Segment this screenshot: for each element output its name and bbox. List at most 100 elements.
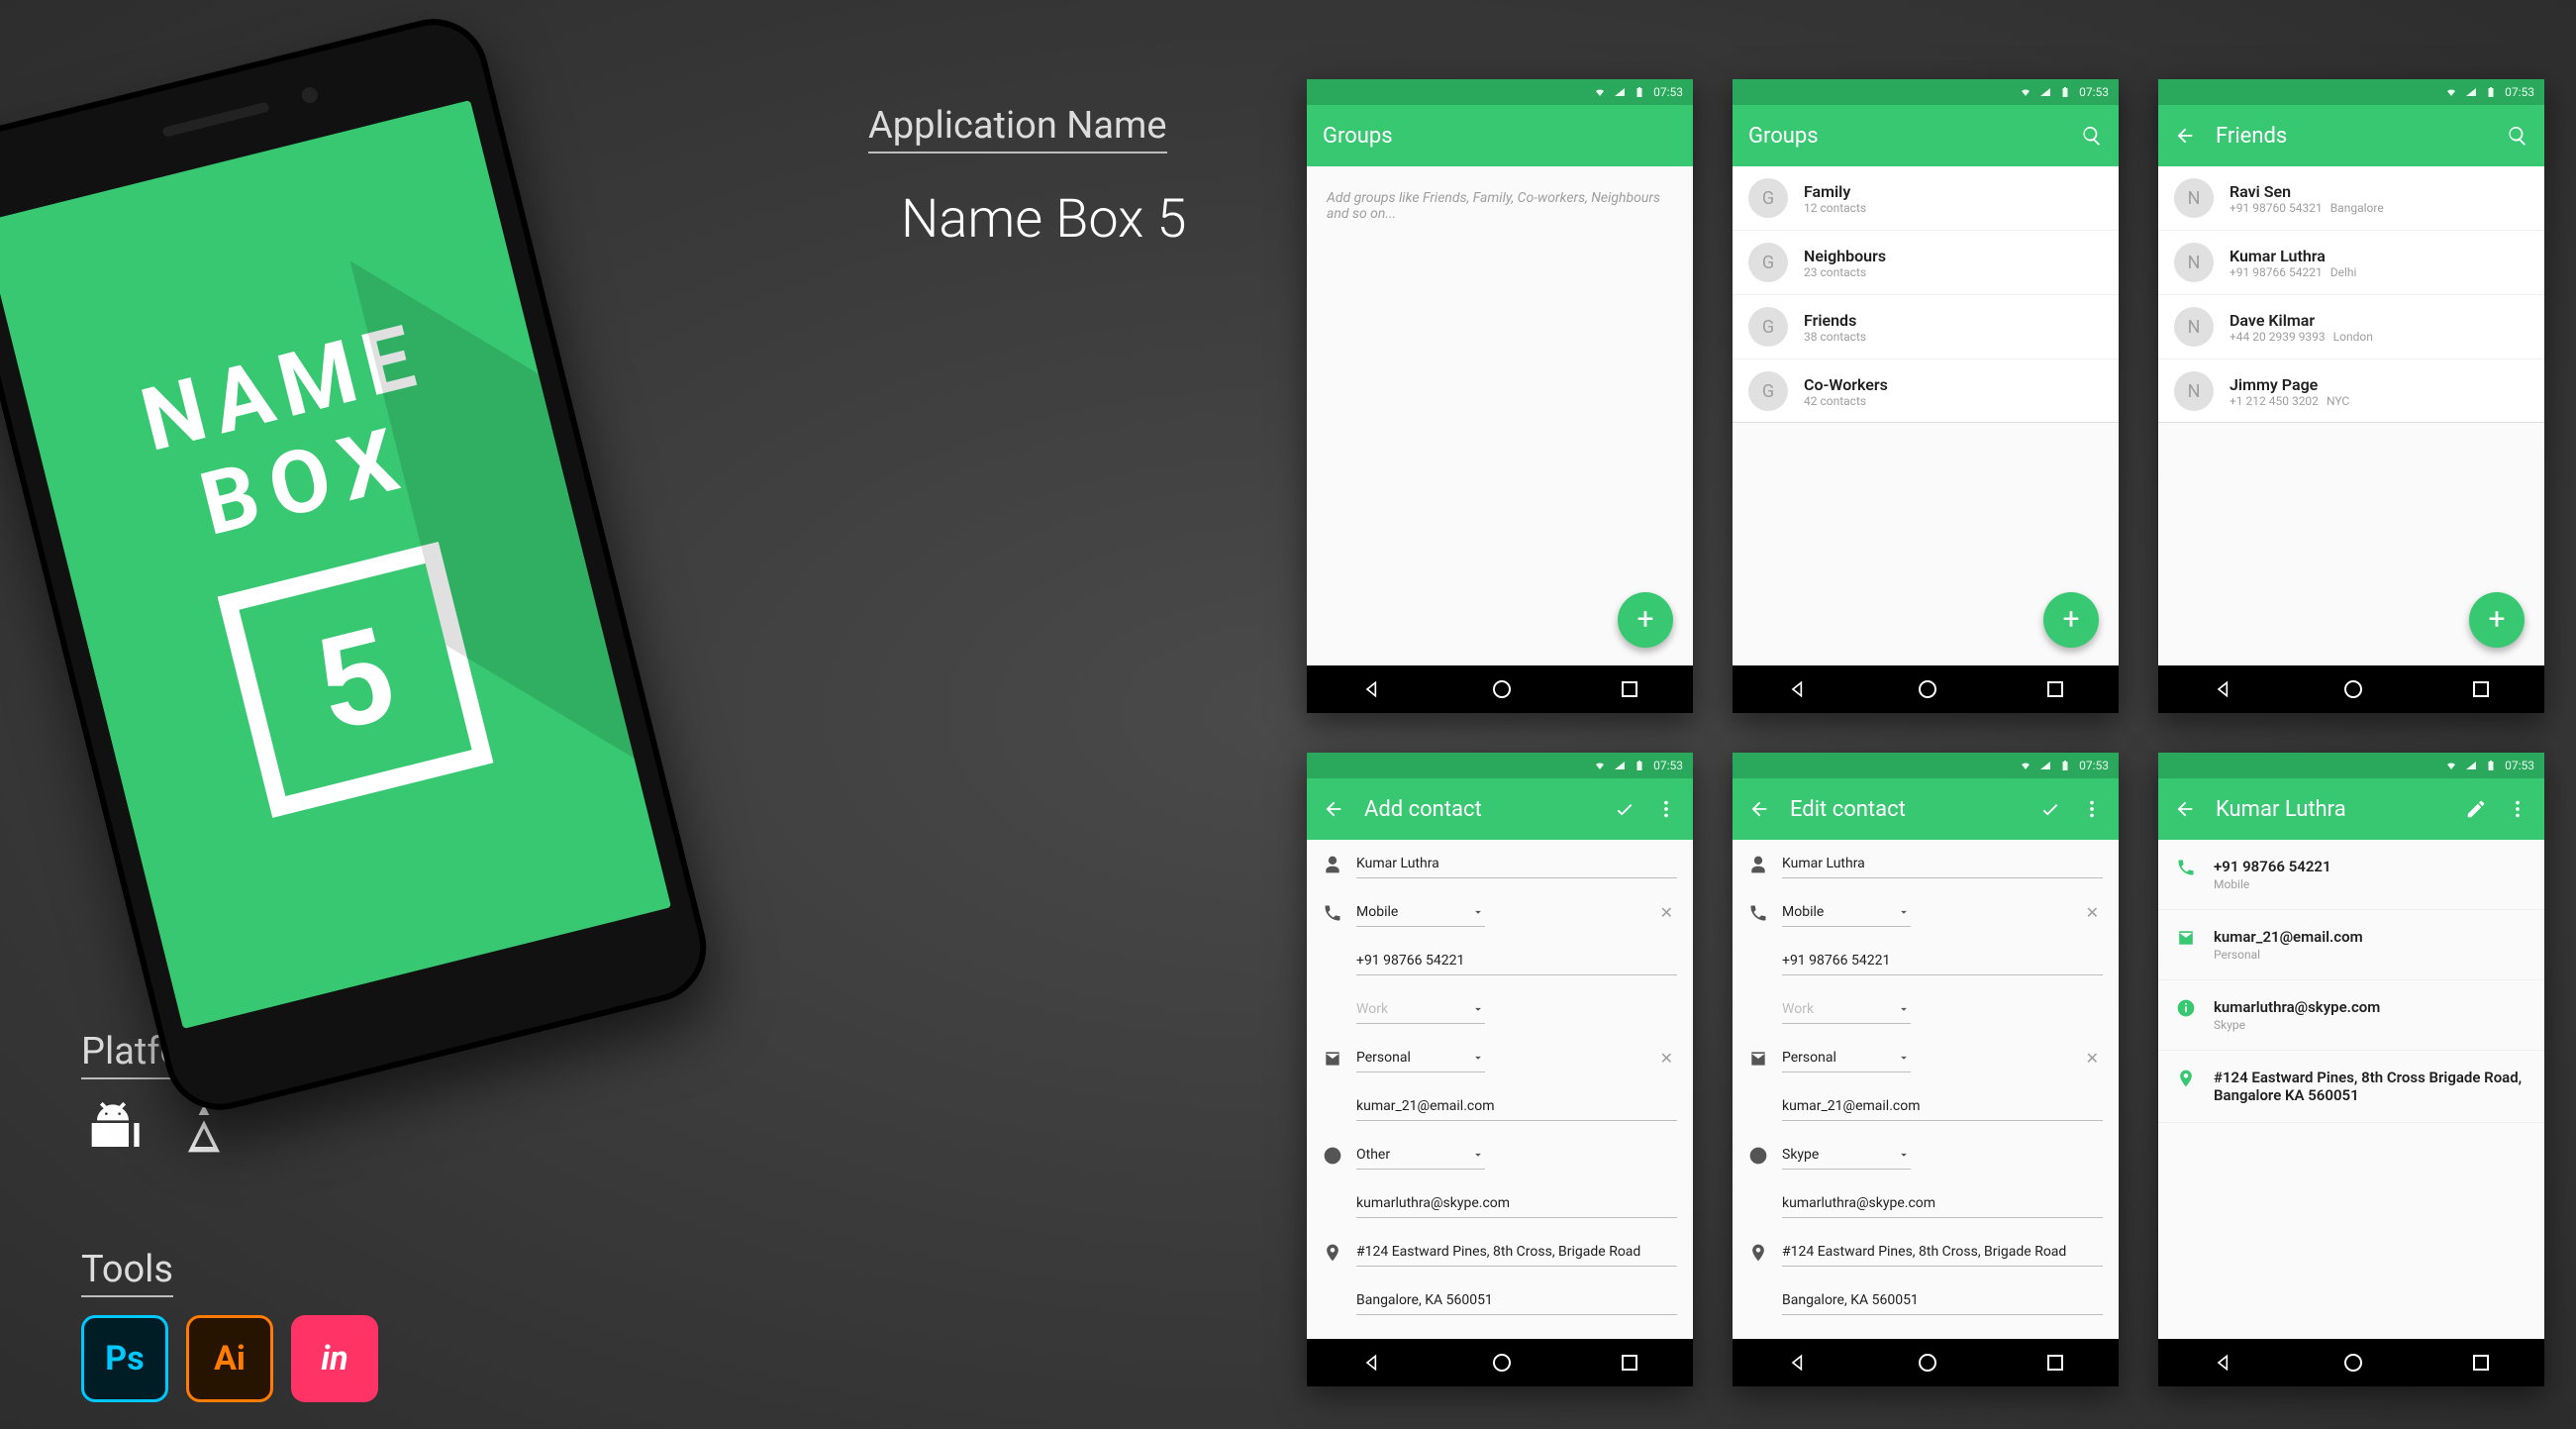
phone-type-select[interactable]: Mobile — [1356, 898, 1485, 927]
phone-input[interactable]: +91 98766 54221 — [1356, 947, 1677, 975]
more-icon[interactable] — [2507, 798, 2528, 820]
remove-email-icon[interactable]: ✕ — [2082, 1049, 2103, 1068]
phone-input[interactable]: +91 98766 54221 — [1782, 947, 2103, 975]
nav-home-icon[interactable] — [1919, 1354, 1936, 1372]
wifi-icon — [1594, 760, 1606, 771]
group-list-item[interactable]: G Friends 38 contacts — [1733, 294, 2119, 358]
group-avatar: G — [1748, 371, 1788, 411]
email-icon — [2176, 928, 2196, 948]
screen-add-contact: 07:53 Add contact Kumar Luthra Mobile ✕ … — [1307, 753, 1693, 1386]
nav-back-icon[interactable] — [2214, 1353, 2233, 1373]
nav-recent-icon[interactable] — [2473, 681, 2489, 697]
nav-back-icon[interactable] — [1788, 1353, 1808, 1373]
nav-back-icon[interactable] — [1362, 1353, 1382, 1373]
group-list-item[interactable]: G Co-Workers 42 contacts — [1733, 358, 2119, 423]
remove-phone-icon[interactable]: ✕ — [1656, 903, 1677, 922]
detail-email-label: Personal — [2214, 948, 2363, 962]
nav-recent-icon[interactable] — [1622, 681, 1637, 697]
nav-recent-icon[interactable] — [2047, 1355, 2063, 1371]
group-list-item[interactable]: G Family 12 contacts — [1733, 166, 2119, 230]
fab-add[interactable]: + — [2469, 592, 2525, 648]
device-mock-nexus: NAME BOX 5 — [0, 7, 718, 1121]
email-type-select[interactable]: Personal — [1782, 1044, 1911, 1072]
group-avatar: G — [1748, 243, 1788, 282]
email-input[interactable]: kumar_21@email.com — [1356, 1092, 1677, 1121]
email-input[interactable]: kumar_21@email.com — [1782, 1092, 2103, 1121]
appbar-title: Kumar Luthra — [2216, 797, 2346, 822]
chevron-down-icon — [1471, 905, 1485, 919]
screen-groups-list: 07:53 Groups G Family 12 contacts G Neig… — [1733, 79, 2119, 713]
splash-screen: NAME BOX 5 — [0, 100, 671, 1029]
chevron-down-icon — [1471, 1148, 1485, 1162]
detail-phone-row[interactable]: +91 98766 54221 Mobile — [2158, 840, 2544, 910]
contact-list-item[interactable]: N Ravi Sen +91 98760 54321Bangalore — [2158, 166, 2544, 230]
contact-name: Jimmy Page — [2229, 375, 2349, 394]
nav-recent-icon[interactable] — [2047, 681, 2063, 697]
battery-icon — [2059, 86, 2071, 98]
name-input[interactable]: Kumar Luthra — [1782, 850, 2103, 878]
hero-app-name: Name Box 5 — [901, 188, 1187, 251]
email-type-select[interactable]: Personal — [1356, 1044, 1485, 1072]
nav-home-icon[interactable] — [1919, 680, 1936, 698]
detail-address-row[interactable]: #124 Eastward Pines, 8th Cross Brigade R… — [2158, 1051, 2544, 1123]
nav-home-icon[interactable] — [1493, 680, 1511, 698]
im-input[interactable]: kumarluthra@skype.com — [1356, 1189, 1677, 1218]
back-arrow-icon[interactable] — [2174, 125, 2196, 147]
chevron-down-icon — [1471, 1051, 1485, 1065]
address2-input[interactable]: Bangalore, KA 560051 — [1782, 1286, 2103, 1315]
detail-im-row[interactable]: kumarluthra@skype.com Skype — [2158, 980, 2544, 1051]
group-list-item[interactable]: G Neighbours 23 contacts — [1733, 230, 2119, 294]
back-arrow-icon[interactable] — [1748, 798, 1770, 820]
back-arrow-icon[interactable] — [2174, 798, 2196, 820]
done-icon[interactable] — [2039, 798, 2061, 820]
back-arrow-icon[interactable] — [1323, 798, 1344, 820]
group-count: 38 contacts — [1804, 330, 1866, 344]
phone-type2-select[interactable]: Work — [1356, 995, 1485, 1024]
done-icon[interactable] — [1614, 798, 1635, 820]
battery-icon — [2485, 760, 2497, 771]
nav-home-icon[interactable] — [1493, 1354, 1511, 1372]
fab-add[interactable]: + — [1618, 592, 1673, 648]
status-time: 07:53 — [2505, 85, 2534, 99]
contact-list-item[interactable]: N Dave Kilmar +44 20 2939 9393London — [2158, 294, 2544, 358]
contact-list-item[interactable]: N Jimmy Page +1 212 450 3202NYC — [2158, 358, 2544, 423]
remove-email-icon[interactable]: ✕ — [1656, 1049, 1677, 1068]
nav-back-icon[interactable] — [2214, 679, 2233, 699]
address1-input[interactable]: #124 Eastward Pines, 8th Cross, Brigade … — [1782, 1238, 2103, 1267]
nav-back-icon[interactable] — [1362, 679, 1382, 699]
address1-input[interactable]: #124 Eastward Pines, 8th Cross, Brigade … — [1356, 1238, 1677, 1267]
nav-home-icon[interactable] — [2344, 680, 2362, 698]
search-icon[interactable] — [2507, 125, 2528, 147]
appbar-title: Groups — [1748, 124, 1819, 149]
edit-icon[interactable] — [2465, 798, 2487, 820]
nav-back-icon[interactable] — [1788, 679, 1808, 699]
name-input[interactable]: Kumar Luthra — [1356, 850, 1677, 878]
im-type-select[interactable]: Skype — [1782, 1141, 1911, 1170]
group-name: Friends — [1804, 311, 1866, 330]
search-icon[interactable] — [2081, 125, 2103, 147]
fab-add[interactable]: + — [2043, 592, 2099, 648]
address2-input[interactable]: Bangalore, KA 560051 — [1356, 1286, 1677, 1315]
contact-list-item[interactable]: N Kumar Luthra +91 98766 54221Delhi — [2158, 230, 2544, 294]
tool-invision: in — [291, 1315, 378, 1402]
phone-type2-select[interactable]: Work — [1782, 995, 1911, 1024]
im-input[interactable]: kumarluthra@skype.com — [1782, 1189, 2103, 1218]
remove-phone-icon[interactable]: ✕ — [2082, 903, 2103, 922]
tool-illustrator: Ai — [186, 1315, 273, 1402]
status-time: 07:53 — [2079, 759, 2109, 772]
phone-type-select[interactable]: Mobile — [1782, 898, 1911, 927]
group-avatar: G — [1748, 307, 1788, 347]
tools-heading: Tools — [81, 1248, 173, 1297]
nav-recent-icon[interactable] — [1622, 1355, 1637, 1371]
nav-recent-icon[interactable] — [2473, 1355, 2489, 1371]
detail-phone-value: +91 98766 54221 — [2214, 858, 2331, 875]
battery-icon — [1634, 86, 1645, 98]
nav-home-icon[interactable] — [2344, 1354, 2362, 1372]
detail-email-row[interactable]: kumar_21@email.com Personal — [2158, 910, 2544, 980]
wifi-icon — [1594, 86, 1606, 98]
signal-icon — [1614, 760, 1626, 771]
more-icon[interactable] — [1655, 798, 1677, 820]
im-type-select[interactable]: Other — [1356, 1141, 1485, 1170]
app-bar: Edit contact — [1733, 778, 2119, 840]
more-icon[interactable] — [2081, 798, 2103, 820]
